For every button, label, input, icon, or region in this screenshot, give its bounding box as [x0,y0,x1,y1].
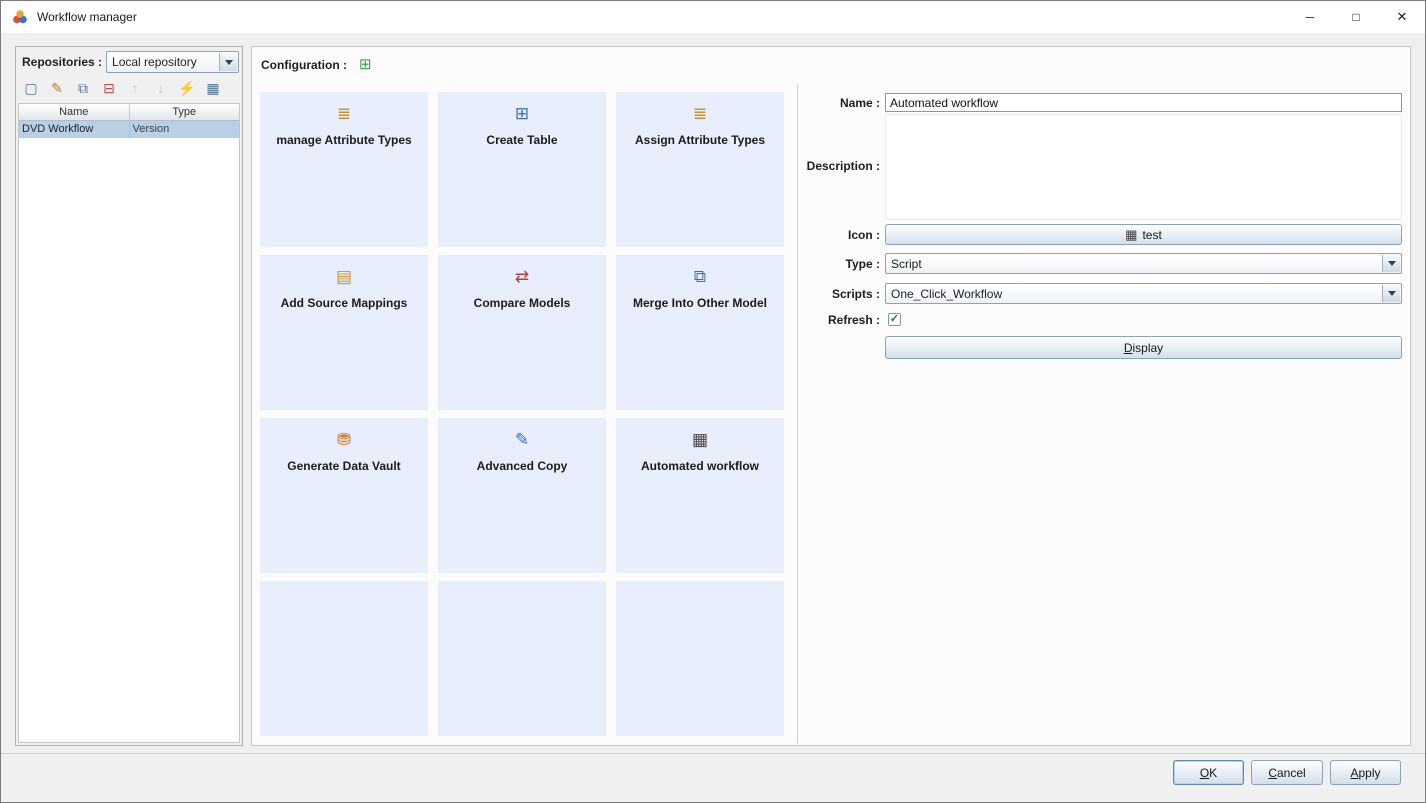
minimize-button[interactable]: ─ [1287,1,1333,33]
column-header-type[interactable]: Type [130,104,240,121]
column-header-name[interactable]: Name [19,104,130,121]
chevron-down-icon [1382,285,1400,302]
repository-select-value: Local repository [112,55,197,69]
workflow-tile-icon: ▤ [336,266,352,290]
workflow-tile-empty[interactable] [438,581,606,736]
arrow-up-icon: ↑ [132,80,139,96]
delete-workflow-button[interactable]: ⊟ [97,76,121,100]
workflow-tile-icon: ⇄ [515,266,529,290]
workflow-tile[interactable]: ✎ Advanced Copy [438,418,606,573]
arrow-down-icon: ↓ [158,80,165,96]
chevron-down-icon [219,53,237,71]
copy-icon: ⧉ [78,80,88,97]
workflow-tile-icon: ≣ [337,103,351,127]
name-input[interactable] [885,93,1402,112]
edit-pencil-icon: ✎ [51,80,63,97]
workflow-tile-icon: ⊞ [515,103,529,127]
workflow-tile-icon: ⧉ [694,266,706,290]
lightning-icon: ⚡ [178,80,195,97]
refresh-checkbox[interactable]: ✓ [888,313,901,326]
scripts-select-value: One_Click_Workflow [891,287,1002,301]
titlebar: Workflow manager ─ □ ✕ [1,1,1425,33]
app-icon [12,9,28,25]
close-button[interactable]: ✕ [1379,1,1425,33]
cancel-button[interactable]: Cancel [1251,760,1323,785]
workflow-tile-label: Create Table [480,133,563,147]
refresh-button[interactable]: ⚡ [175,76,199,100]
workflow-tile-icon: ⛃ [337,429,351,453]
workflow-tile-icon: ✎ [515,429,529,453]
workflow-tile[interactable]: ⛃ Generate Data Vault [260,418,428,573]
configuration-panel: Configuration : ⊞ ≣ manage Attribute Typ… [251,46,1411,746]
scripts-select[interactable]: One_Click_Workflow [885,283,1402,304]
display-button[interactable]: Display [885,336,1402,359]
workflow-tile[interactable]: ≣ manage Attribute Types [260,92,428,247]
window-title: Workflow manager [37,10,137,24]
workflow-tile-empty[interactable] [616,581,784,736]
workflow-tile[interactable]: ⊞ Create Table [438,92,606,247]
workflow-manager-window: Workflow manager ─ □ ✕ Repositories : Lo… [0,0,1426,803]
workflow-tile-icon: ≣ [693,103,707,127]
save-disk-icon: ▦ [206,80,219,97]
description-textarea[interactable] [885,114,1402,220]
cell-workflow-type: Version [130,121,240,138]
delete-icon: ⊟ [103,80,115,97]
move-up-button[interactable]: ↑ [123,76,147,100]
configuration-label: Configuration : [261,58,347,72]
workflow-tile[interactable]: ▦ Automated workflow [616,418,784,573]
check-icon: ✓ [890,314,899,325]
type-select[interactable]: Script [885,253,1402,274]
move-down-button[interactable]: ↓ [149,76,173,100]
save-button[interactable]: ▦ [201,76,225,100]
table-row[interactable]: DVD Workflow Version [19,121,239,138]
workflow-table: Name Type DVD Workflow Version [18,103,240,743]
scripts-label: Scripts : [785,287,880,301]
workflow-tile-label: Advanced Copy [471,459,574,473]
panel-splitter[interactable] [243,46,251,746]
panel-divider[interactable] [797,85,798,743]
workflow-tile[interactable]: ⇄ Compare Models [438,255,606,410]
workflow-tile-label: Automated workflow [635,459,765,473]
cell-workflow-name: DVD Workflow [19,121,130,138]
workflow-tile-empty[interactable] [260,581,428,736]
add-configuration-icon[interactable]: ⊞ [359,57,372,73]
repositories-label: Repositories : [22,55,102,69]
description-label: Description : [785,159,880,173]
new-workflow-button[interactable]: ▢ [19,76,43,100]
repository-select[interactable]: Local repository [106,51,239,73]
type-label: Type : [785,257,880,271]
type-select-value: Script [891,257,922,271]
icon-button[interactable]: ▦ test [885,224,1402,245]
ok-button[interactable]: OK [1173,760,1244,785]
chevron-down-icon [1382,255,1400,272]
footer-separator [1,753,1425,754]
workflow-tile-icon: ▦ [692,429,708,453]
new-document-icon: ▢ [24,80,37,97]
icon-button-label: test [1142,228,1161,242]
repositories-panel: Repositories : Local repository ▢ ✎ ⧉ ⊟ … [15,46,243,746]
name-label: Name : [785,96,880,110]
icon-label: Icon : [785,228,880,242]
workflow-tile-label: Merge Into Other Model [627,296,773,310]
maximize-button[interactable]: □ [1333,1,1379,33]
calendar-grid-icon: ▦ [1125,227,1137,243]
workflow-tile[interactable]: ≣ Assign Attribute Types [616,92,784,247]
workflow-tile-label: Add Source Mappings [275,296,414,310]
workflow-tile[interactable]: ⧉ Merge Into Other Model [616,255,784,410]
workflow-tile[interactable]: ▤ Add Source Mappings [260,255,428,410]
workflow-tile-label: manage Attribute Types [270,133,417,147]
apply-button[interactable]: Apply [1330,760,1401,785]
edit-workflow-button[interactable]: ✎ [45,76,69,100]
copy-workflow-button[interactable]: ⧉ [71,76,95,100]
workflow-tile-label: Generate Data Vault [281,459,406,473]
repository-toolbar: ▢ ✎ ⧉ ⊟ ↑ ↓ ⚡ ▦ [19,76,225,100]
workflow-tile-label: Assign Attribute Types [629,133,771,147]
workflow-steps-grid: ≣ manage Attribute Types ⊞ Create Table … [260,92,784,736]
workflow-tile-label: Compare Models [468,296,577,310]
refresh-label: Refresh : [785,313,880,327]
